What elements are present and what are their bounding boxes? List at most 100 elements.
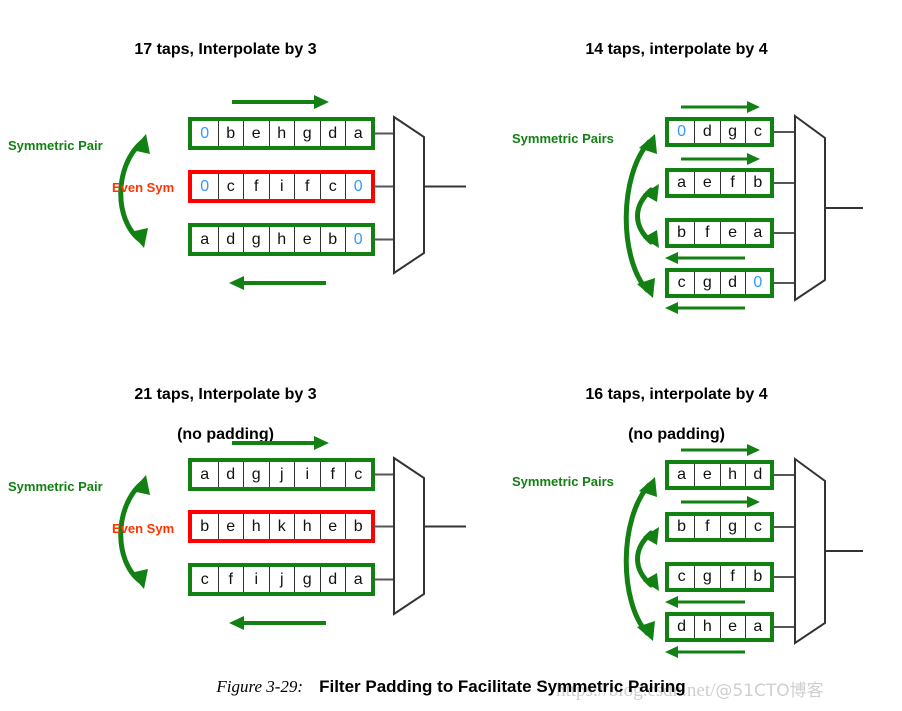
register-cell: 0 xyxy=(345,227,371,252)
register-cell: b xyxy=(319,227,345,252)
panel-title-top-right: 14 taps, interpolate by 4 xyxy=(451,20,902,60)
register-cell: d xyxy=(217,227,243,252)
register-cell: k xyxy=(268,514,294,539)
register-cell: g xyxy=(294,567,320,592)
register-cell: h xyxy=(294,514,320,539)
register-cell: e xyxy=(243,121,269,146)
symmetric-pairs-arrows-bottom-right xyxy=(623,477,659,641)
register-cell: b xyxy=(217,121,243,146)
figure-number: Figure 3-29: xyxy=(216,677,304,696)
register-cell: f xyxy=(319,462,345,487)
flow-arrow-right-tr-2 xyxy=(681,153,760,165)
register-row: a d g j i f c xyxy=(188,458,375,491)
register-cell: c xyxy=(744,121,770,143)
register-cell: 0 xyxy=(744,272,770,294)
register-cell: d xyxy=(319,567,345,592)
register-row: a e h d xyxy=(665,460,774,490)
register-cell: b xyxy=(744,172,770,194)
register-cell: a xyxy=(744,616,770,638)
register-row: b f g c xyxy=(665,512,774,542)
register-row: a d g h e b 0 xyxy=(188,223,375,256)
register-cell: d xyxy=(319,121,345,146)
register-row: 0 c f i f c 0 xyxy=(188,170,375,203)
register-cell: e xyxy=(319,514,345,539)
register-cell: g xyxy=(294,121,320,146)
register-cell: g xyxy=(694,272,720,294)
symmetric-pair-label-top-left: Symmetric Pair xyxy=(8,138,103,153)
register-cell: g xyxy=(719,516,745,538)
register-cell: i xyxy=(243,567,269,592)
panel-title-lead: 16 taps, interpolate by 4 xyxy=(585,386,768,403)
register-cell: a xyxy=(192,462,218,487)
panel-title-lead: 17 taps xyxy=(134,41,190,58)
flow-arrow-left-br-3 xyxy=(665,596,745,608)
register-cell: d xyxy=(217,462,243,487)
register-cell: e xyxy=(217,514,243,539)
register-cell: c xyxy=(345,462,371,487)
flow-arrow-left-br-4 xyxy=(665,646,745,658)
even-sym-label-bottom-left: Even Sym xyxy=(112,521,175,536)
flow-arrow-right-bottom-left xyxy=(232,436,329,450)
register-cell: c xyxy=(744,516,770,538)
register-cell: i xyxy=(268,174,294,199)
panel-title-lead: 21 taps xyxy=(134,386,190,403)
register-cell: f xyxy=(719,172,745,194)
register-cell: d xyxy=(694,121,720,143)
panel-title-bottom-left: 21 taps, Interpolate by 3 (no padding) xyxy=(0,365,451,445)
register-row: 0 b e h g d a xyxy=(188,117,375,150)
register-cell: b xyxy=(744,566,770,588)
register-cell: f xyxy=(694,222,720,244)
register-cell: b xyxy=(192,514,218,539)
register-cell: e xyxy=(294,227,320,252)
register-cell: f xyxy=(694,516,720,538)
register-cell: j xyxy=(268,567,294,592)
register-cell: c xyxy=(217,174,243,199)
flow-arrow-right-tr-1 xyxy=(681,101,760,113)
figure-caption: Figure 3-29: Filter Padding to Facilitate… xyxy=(0,677,902,697)
register-cell: e xyxy=(694,172,720,194)
register-row: 0 d g c xyxy=(665,117,774,147)
flow-arrow-right-br-1 xyxy=(681,444,760,456)
panel-title-lead: 14 taps, interpolate by 4 xyxy=(585,41,768,58)
panel-top-right: 14 taps, interpolate by 4 0 d g c a e f … xyxy=(451,0,902,355)
register-row: d h e a xyxy=(665,612,774,642)
register-cell: a xyxy=(345,121,371,146)
register-row: c g d 0 xyxy=(665,268,774,298)
register-cell: h xyxy=(243,514,269,539)
register-cell: d xyxy=(719,272,745,294)
register-cell: g xyxy=(243,462,269,487)
flow-arrow-left-tr-4 xyxy=(665,302,745,314)
symmetric-pairs-label-top-right: Symmetric Pairs xyxy=(512,131,614,146)
register-cell: a xyxy=(345,567,371,592)
panel-title-bottom-right: 16 taps, interpolate by 4 (no padding) xyxy=(451,365,902,445)
register-cell: h xyxy=(268,121,294,146)
register-row: a e f b xyxy=(665,168,774,198)
register-cell: e xyxy=(719,616,745,638)
panel-bottom-right: 16 taps, interpolate by 4 (no padding) a… xyxy=(451,355,902,658)
symmetric-pairs-arrows-top-right xyxy=(623,134,659,298)
register-cell: e xyxy=(719,222,745,244)
register-cell: e xyxy=(694,464,720,486)
register-row: b f e a xyxy=(665,218,774,248)
even-sym-label-top-left: Even Sym xyxy=(112,180,175,195)
register-cell: i xyxy=(294,462,320,487)
flow-arrow-left-bottom-left xyxy=(229,616,326,630)
flow-arrow-right-top-left xyxy=(232,95,329,109)
register-row: b e h k h e b xyxy=(188,510,375,543)
register-cell: c xyxy=(192,567,218,592)
figure-title: Filter Padding to Facilitate Symmetric P… xyxy=(319,677,686,696)
register-cell: j xyxy=(268,462,294,487)
register-cell: g xyxy=(694,566,720,588)
register-cell: g xyxy=(719,121,745,143)
register-cell: 0 xyxy=(192,174,218,199)
flow-arrow-right-br-2 xyxy=(681,496,760,508)
mux-bottom-right xyxy=(773,457,863,645)
register-cell: h xyxy=(268,227,294,252)
register-cell: h xyxy=(694,616,720,638)
register-row: c g f b xyxy=(665,562,774,592)
register-cell: 0 xyxy=(192,121,218,146)
panel-bottom-left: 21 taps, Interpolate by 3 (no padding) a… xyxy=(0,355,466,655)
panel-title-rest: , Interpolate by 3 xyxy=(189,386,317,403)
flow-arrow-left-top-left xyxy=(229,276,326,290)
register-cell: d xyxy=(744,464,770,486)
